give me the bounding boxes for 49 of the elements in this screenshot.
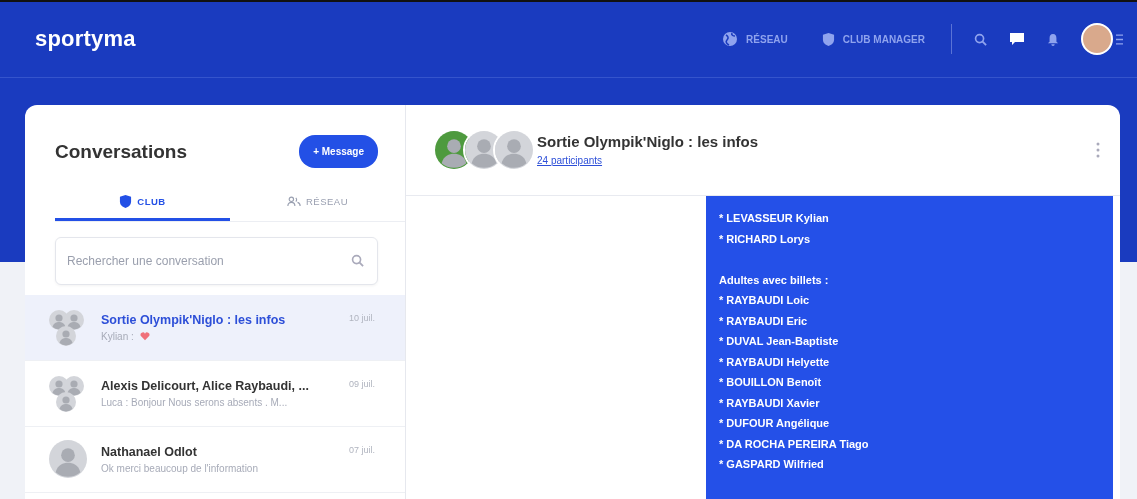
menu-icon[interactable] (1116, 33, 1123, 45)
message-line: Adultes avec billets : (719, 272, 830, 288)
people-icon (286, 196, 301, 207)
message-line: * BOUILLON Benoît (719, 375, 823, 390)
message-line: * RAYBAUDI Xavier (719, 395, 821, 411)
search-icon[interactable] (974, 32, 987, 46)
conversation-title: Sortie Olympik'Niglo : les infos (101, 313, 287, 327)
message-line: * LEVASSEUR Kylian (719, 211, 830, 226)
message-line: * RICHARD Lorys (719, 231, 812, 247)
shield-icon (821, 31, 835, 47)
chat-title: Sortie Olympik'Niglo : les infos (537, 132, 760, 150)
conversation-date: 09 juil. (349, 379, 375, 389)
message-line: * DUVAL Jean-Baptiste (719, 334, 840, 349)
user-avatar[interactable] (1081, 23, 1113, 55)
message-line: * DUFOUR Angélique (719, 416, 831, 431)
shield-icon (119, 194, 133, 209)
message-line: * RAYBAUDI Helyette (719, 354, 831, 370)
avatar-silhouette-icon (64, 375, 84, 396)
nav-link[interactable]: CLUB MANAGER (821, 31, 925, 47)
new-message-button[interactable]: + Message (299, 135, 378, 168)
conversation-item[interactable]: Alexis Delicourt, Alice Raybaudi, ... Luca : Bonjour Nous serons absents . M... 09 juil. (25, 361, 405, 427)
avatar-silhouette-icon (49, 439, 87, 478)
search-icon (351, 254, 364, 267)
avatar-silhouette-icon (56, 325, 76, 346)
search-field[interactable]: Rechercher une conversation (55, 237, 378, 285)
message-preview: Luca : Bonjour Nous serons absents . M... (101, 397, 288, 408)
message-line: * RAYBAUDI Loic (719, 293, 811, 308)
tab[interactable]: CLUB (55, 188, 230, 221)
more-options-icon[interactable] (1096, 142, 1100, 158)
conversation-item[interactable]: Nathanael Odlot Ok merci beaucoup de l'information 07 juil. (25, 427, 405, 493)
conversation-date: 07 juil. (349, 445, 375, 455)
message-line: * RAYBAUDI Eric (719, 313, 809, 329)
bell-icon[interactable] (1047, 32, 1059, 46)
avatar-silhouette-icon (64, 309, 84, 330)
participants-link[interactable]: 24 participants (537, 154, 603, 166)
nav-link[interactable]: RÉSEAU (722, 31, 788, 47)
globe-icon (722, 31, 739, 47)
sidebar-title: Conversations (55, 140, 187, 163)
message-preview: Kylian : (101, 331, 134, 342)
message-line: * GASPARD Wilfried (719, 457, 825, 472)
logo[interactable]: sportyma (35, 26, 136, 52)
conversation-title: Nathanael Odlot (101, 445, 198, 459)
heart-icon (139, 332, 150, 341)
message-line: * DA ROCHA PEREIRA Tiago (719, 436, 870, 452)
avatar-silhouette-icon (56, 391, 76, 412)
avatar-silhouette-icon (493, 129, 535, 171)
conversation-title: Alexis Delicourt, Alice Raybaudi, ... (101, 379, 310, 393)
message-preview: Ok merci beaucoup de l'information (101, 463, 258, 474)
chat-bubble-icon[interactable] (1009, 32, 1025, 46)
